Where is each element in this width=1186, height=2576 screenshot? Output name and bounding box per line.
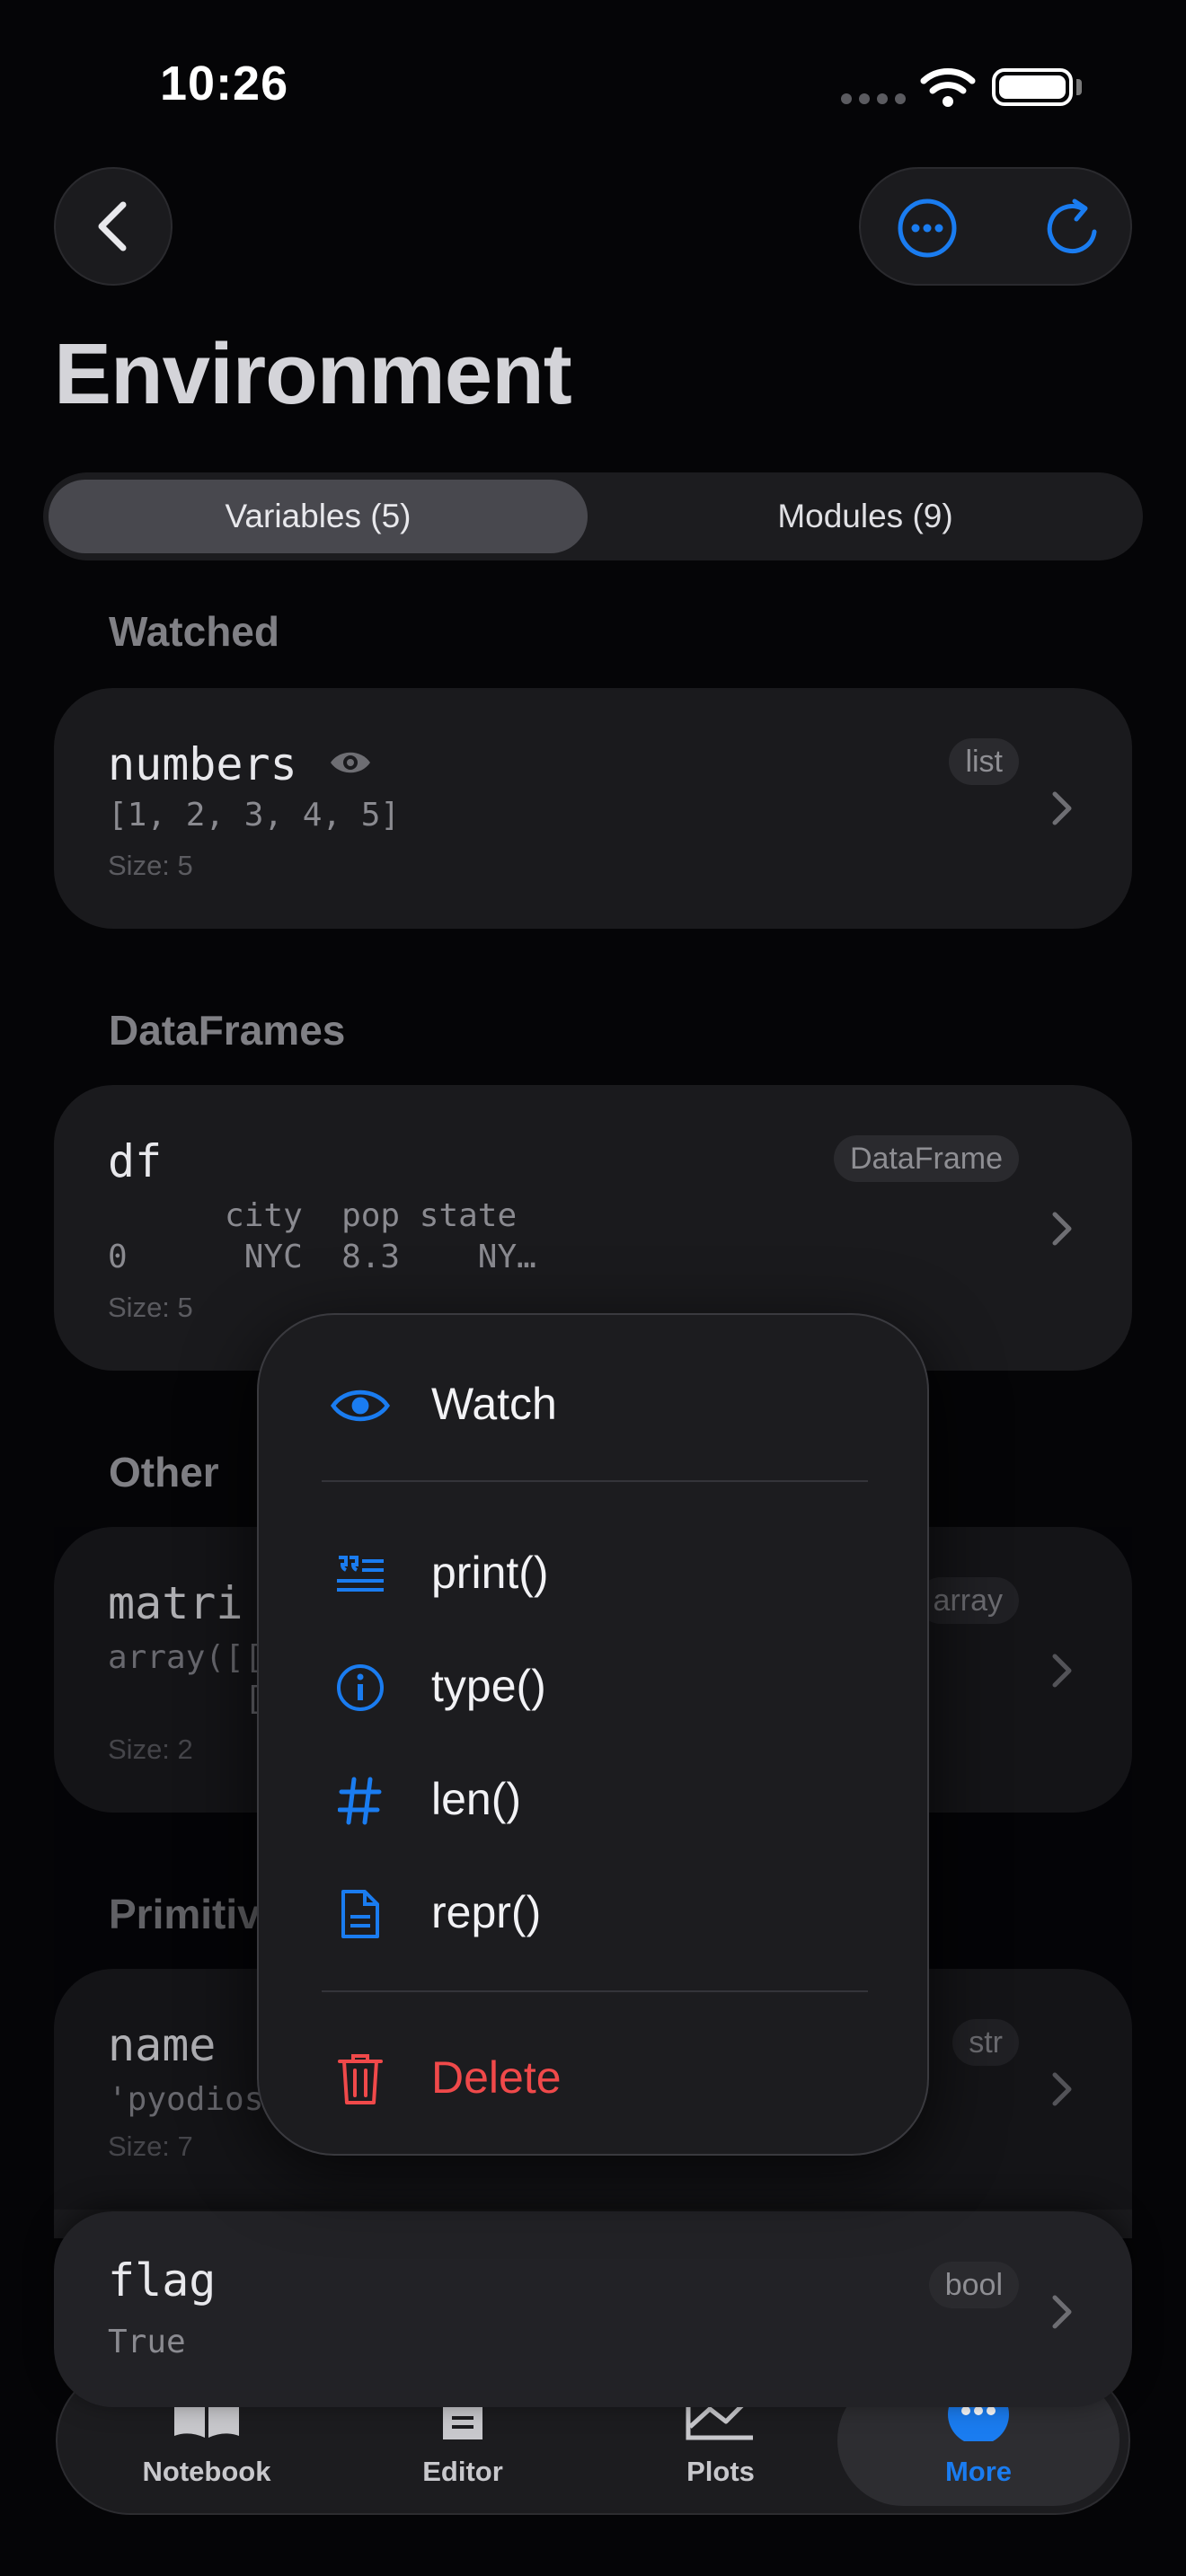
chevron-left-icon: [98, 201, 127, 251]
menu-item-watch[interactable]: Watch: [259, 1356, 931, 1455]
variable-name: flag: [108, 2254, 217, 2307]
menu-label: len(): [431, 1774, 522, 1824]
wifi-icon: [920, 68, 976, 107]
page-title: Environment: [54, 326, 572, 422]
refresh-button[interactable]: [1040, 196, 1105, 260]
type-badge: list: [949, 738, 1019, 785]
number-sign-icon: [331, 1771, 390, 1831]
more-options-button[interactable]: [895, 196, 960, 260]
context-menu: Watch print() type() len() repr() Delete: [257, 1313, 929, 2156]
tab-label: More: [944, 2456, 1013, 2487]
back-button[interactable]: [54, 167, 173, 286]
variable-size: Size: 5: [108, 1292, 193, 1323]
trash-icon: [331, 2050, 390, 2109]
cellular-signal-icon: [841, 93, 852, 104]
section-header-watched: Watched: [109, 608, 279, 655]
cellular-signal-dot: [877, 93, 888, 104]
info-circle-icon: [331, 1658, 390, 1717]
eye-icon: [331, 752, 370, 773]
status-time: 10:26: [160, 57, 289, 110]
section-header-dataframes: DataFrames: [109, 1007, 346, 1054]
chevron-right-icon: [1052, 1212, 1072, 1246]
variable-size: Size: 5: [108, 850, 193, 881]
menu-label: Watch: [431, 1379, 557, 1429]
tab-notebook[interactable]: Notebook: [99, 2391, 314, 2499]
menu-item-type[interactable]: type(): [259, 1638, 931, 1737]
cellular-signal-dot: [895, 93, 906, 104]
type-badge: bool: [928, 2262, 1019, 2308]
variable-value-line2: 0 NYC 8.3 NY…: [108, 1239, 536, 1275]
menu-separator: [322, 1990, 868, 1992]
type-badge: DataFrame: [833, 1135, 1019, 1182]
variable-value: True: [108, 2324, 186, 2360]
menu-item-len[interactable]: len(): [259, 1751, 931, 1850]
variable-value: [1, 2, 3, 4, 5]: [108, 797, 401, 834]
variable-name: df: [108, 1135, 163, 1187]
menu-label: print(): [431, 1548, 549, 1598]
eye-icon: [331, 1376, 390, 1435]
tab-plots[interactable]: Plots: [613, 2391, 828, 2499]
text-quote-icon: [331, 1545, 390, 1604]
segment-modules[interactable]: Modules (9): [593, 480, 1137, 553]
variable-card-flag[interactable]: flag True bool: [54, 2211, 1132, 2407]
menu-item-print[interactable]: print(): [259, 1525, 931, 1624]
tab-editor[interactable]: Editor: [355, 2391, 571, 2499]
refresh-icon: [1047, 198, 1097, 254]
menu-item-delete[interactable]: Delete: [259, 2030, 931, 2129]
nav-actions-group: [859, 167, 1132, 286]
menu-label: repr(): [431, 1887, 542, 1937]
ellipsis-circle-icon: [898, 198, 957, 258]
menu-label: Delete: [431, 2052, 562, 2103]
cellular-signal-dot: [859, 93, 870, 104]
variable-card-numbers[interactable]: numbers [1, 2, 3, 4, 5] Size: 5 list: [54, 688, 1132, 929]
tab-label: Plots: [686, 2456, 755, 2487]
battery-cap: [1076, 79, 1082, 95]
menu-item-repr[interactable]: repr(): [259, 1865, 931, 1963]
chevron-right-icon: [1052, 791, 1072, 825]
document-text-icon: [331, 1884, 390, 1944]
menu-separator: [322, 1480, 868, 1482]
variable-value-line1: city pop state: [108, 1197, 518, 1234]
battery-icon: [992, 68, 1073, 106]
menu-label: type(): [431, 1661, 546, 1711]
tab-more[interactable]: More: [871, 2387, 1086, 2499]
chevron-right-icon: [1052, 2295, 1072, 2329]
variable-name: numbers: [108, 738, 297, 790]
section-header-other: Other: [109, 1449, 219, 1495]
tab-label: Editor: [422, 2456, 503, 2487]
tab-label: Notebook: [142, 2456, 271, 2487]
segment-variables[interactable]: Variables (5): [49, 480, 588, 553]
